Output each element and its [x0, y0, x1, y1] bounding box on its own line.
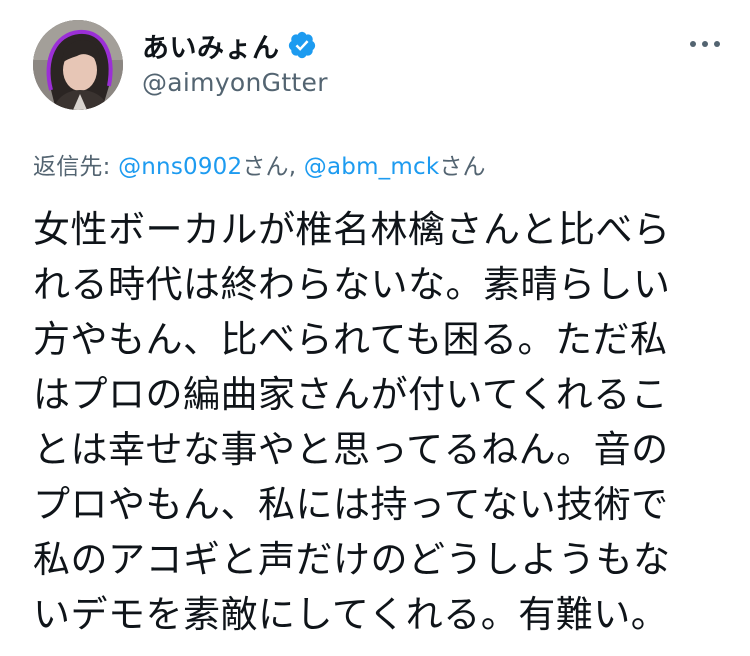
reply-to-line: 返信先: @nns0902さん, @abm_mckさん: [33, 147, 486, 181]
reply-suffix-1: さん,: [242, 154, 304, 180]
verified-badge-icon: [287, 30, 317, 60]
user-handle[interactable]: @aimyonGtter: [142, 68, 328, 97]
author-info: あいみょん @aimyonGtter: [142, 26, 328, 97]
mention-link-2[interactable]: @abm_mck: [304, 154, 440, 180]
tweet-text-line: いデモを素敵にしてくれる。有難い。: [33, 593, 669, 636]
tweet-text: 女性ボーカルが椎名林檎さんと比べら れる時代は終わらないな。素晴らしい 方やもん…: [33, 202, 733, 642]
tweet-text-line: 私のアコギと声だけのどうしようもな: [33, 538, 671, 581]
avatar[interactable]: [33, 20, 123, 110]
tweet-text-line: とは幸せな事やと思ってるねん。音の: [33, 428, 669, 471]
tweet-card: あいみょん @aimyonGtter 返信先: @nns0902さん, @abm…: [0, 0, 750, 656]
name-row: あいみょん: [142, 26, 328, 64]
tweet-text-line: プロやもん、私には持ってない技術で: [33, 483, 669, 526]
mention-link-1[interactable]: @nns0902: [118, 154, 242, 180]
reply-suffix-2: さん: [439, 154, 486, 180]
reply-prefix: 返信先:: [33, 154, 119, 180]
tweet-text-line: はプロの編曲家さんが付いてくれるこ: [33, 373, 669, 416]
tweet-text-line: 方やもん、比べられても困る。ただ私: [33, 318, 668, 361]
profile-photo: [33, 20, 123, 110]
more-options-icon[interactable]: [685, 32, 725, 56]
tweet-text-line: 女性ボーカルが椎名林檎さんと比べら: [33, 208, 671, 251]
display-name[interactable]: あいみょん: [142, 26, 280, 65]
tweet-text-line: れる時代は終わらないな。素晴らしい: [33, 263, 671, 306]
